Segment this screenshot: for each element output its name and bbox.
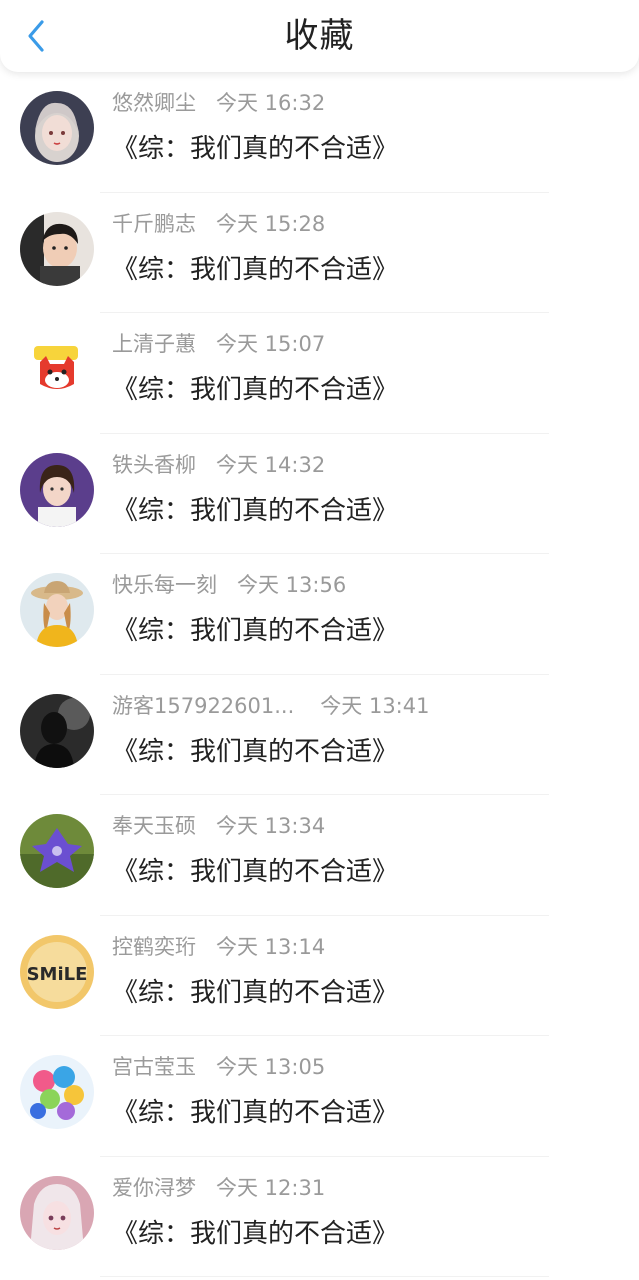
list-item[interactable]: 宫古莹玉 今天 13:05 《综：我们真的不合适》 <box>0 1036 639 1157</box>
book-title[interactable]: 《综：我们真的不合适》 <box>112 972 398 1009</box>
timestamp: 今天 15:28 <box>216 211 326 236</box>
list-item[interactable]: 奉天玉硕 今天 13:34 《综：我们真的不合适》 <box>0 795 639 916</box>
book-title[interactable]: 《综：我们真的不合适》 <box>112 851 398 888</box>
user-name: 宫古莹玉 <box>112 1055 196 1079</box>
book-title[interactable]: 《综：我们真的不合适》 <box>112 731 398 768</box>
list-item[interactable]: 快乐每一刻 今天 13:56 《综：我们真的不合适》 <box>0 554 639 675</box>
list-item[interactable]: 爱你浔梦 今天 12:31 《综：我们真的不合适》 <box>0 1157 639 1277</box>
timestamp: 今天 12:31 <box>216 1175 326 1200</box>
timestamp: 今天 13:56 <box>237 573 347 597</box>
book-title[interactable]: 《综：我们真的不合适》 <box>112 1092 398 1129</box>
list-item[interactable]: 千斤鹏志 今天 15:28 《综：我们真的不合适》 <box>0 193 639 313</box>
svg-text:SMiLE: SMiLE <box>27 964 88 985</box>
timestamp: 今天 14:32 <box>216 452 326 477</box>
timestamp: 今天 13:05 <box>216 1055 326 1079</box>
timestamp: 今天 13:41 <box>320 693 430 718</box>
page-title: 收藏 <box>284 16 355 56</box>
book-title[interactable]: 《综：我们真的不合适》 <box>112 128 398 165</box>
book-title[interactable]: 《综：我们真的不合适》 <box>112 490 398 527</box>
balloons-avatar[interactable] <box>20 1055 94 1129</box>
user-name: 悠然卿尘 <box>112 91 196 115</box>
timestamp: 今天 13:14 <box>216 934 326 959</box>
book-title[interactable]: 《综：我们真的不合适》 <box>112 1213 398 1250</box>
girl-photo-avatar[interactable] <box>20 452 94 527</box>
favorites-list: 悠然卿尘 今天 16:32 《综：我们真的不合适》 千斤鹏志 今天 15:28 《综… <box>0 72 639 1277</box>
girl-hat-avatar[interactable] <box>20 573 94 647</box>
dark-silhouette-avatar[interactable] <box>20 693 94 768</box>
list-item[interactable]: 铁头香柳 今天 14:32 《综：我们真的不合适》 <box>0 434 639 554</box>
list-item[interactable]: 游客157922601... 今天 13:41 《综：我们真的不合适》 <box>0 675 639 795</box>
smile-text-avatar[interactable]: SMiLE <box>20 934 94 1009</box>
book-title[interactable]: 《综：我们真的不合适》 <box>112 610 398 647</box>
timestamp: 今天 16:32 <box>216 91 326 115</box>
divider <box>100 1276 549 1277</box>
user-name: 爱你浔梦 <box>112 1175 196 1200</box>
timestamp: 今天 13:34 <box>216 814 326 838</box>
user-name: 上清子蕙 <box>112 332 196 356</box>
book-title[interactable]: 《综：我们真的不合适》 <box>112 369 398 406</box>
list-item[interactable]: 悠然卿尘 今天 16:32 《综：我们真的不合适》 <box>0 72 639 193</box>
list-item[interactable]: 上清子蕙 今天 15:07 《综：我们真的不合适》 <box>0 313 639 434</box>
user-name: 千斤鹏志 <box>112 211 196 236</box>
anime-girl-avatar[interactable] <box>20 91 94 165</box>
timestamp: 今天 15:07 <box>216 332 326 356</box>
purple-flower-avatar[interactable] <box>20 814 94 888</box>
child-photo-avatar[interactable] <box>20 211 94 286</box>
user-name: 铁头香柳 <box>112 452 196 477</box>
cartoon-fox-avatar[interactable] <box>20 332 94 406</box>
user-name: 快乐每一刻 <box>112 573 217 597</box>
book-title[interactable]: 《综：我们真的不合适》 <box>112 249 398 286</box>
list-item[interactable]: SMiLE 控鹤奕珩 今天 13:14 《综：我们真的不合适》 <box>0 916 639 1036</box>
top-bar: 收藏 <box>0 0 639 72</box>
user-name: 游客157922601... <box>112 693 295 718</box>
user-name: 控鹤奕珩 <box>112 934 196 959</box>
user-name: 奉天玉硕 <box>112 814 196 838</box>
anime-pink-avatar[interactable] <box>20 1175 94 1250</box>
